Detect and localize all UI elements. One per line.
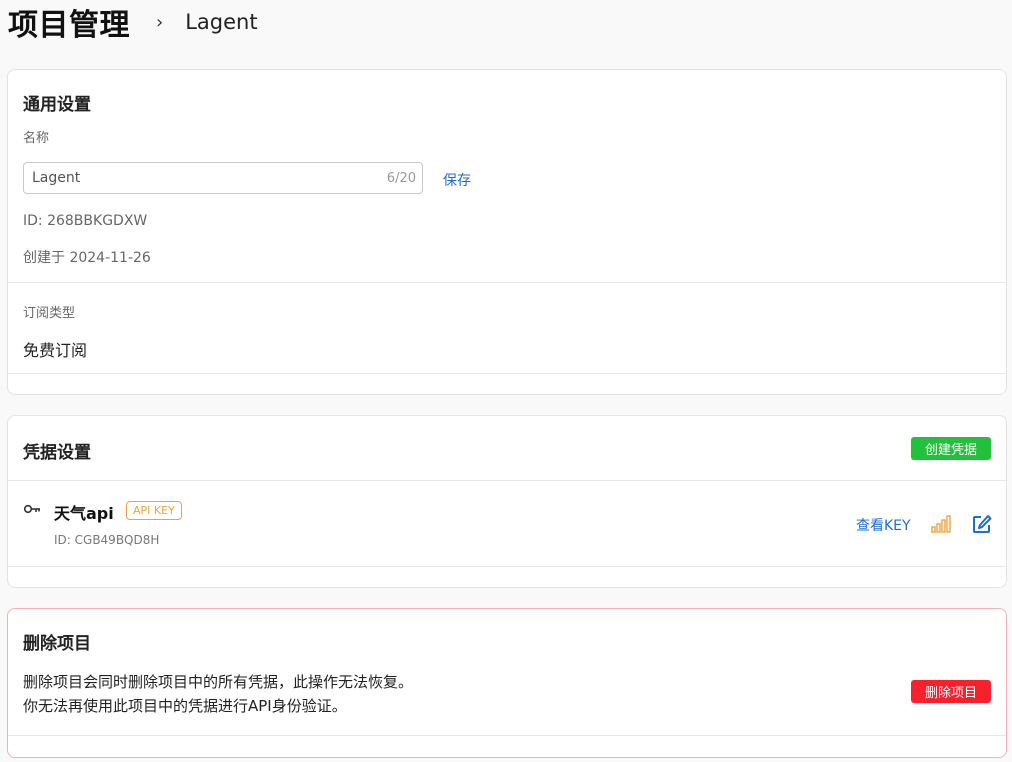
project-id: ID: 268BBKGDXW	[23, 213, 148, 229]
delete-bottom-divider	[8, 735, 1006, 736]
delete-warning-line2: 你无法再使用此项目中的凭据进行API身份验证。	[23, 697, 347, 715]
credentials-divider	[8, 480, 1006, 481]
page-title: 项目管理	[8, 8, 130, 43]
subscription-label: 订阅类型	[23, 306, 76, 321]
credentials-card: 凭据设置 创建凭据 天气api API KEY ID: CGB49BQD8H 查…	[7, 415, 1007, 588]
created-date: 创建于 2024-11-26	[23, 250, 151, 266]
delete-project-button[interactable]: 删除项目	[910, 680, 991, 703]
credential-type-badge: API KEY	[126, 501, 182, 520]
name-char-counter: 6/20	[386, 170, 416, 186]
breadcrumb-chevron-icon: ›	[156, 11, 164, 33]
credential-id: ID: CGB49BQD8H	[54, 533, 160, 547]
credentials-title: 凭据设置	[23, 443, 91, 463]
general-settings-card: 通用设置 名称 6/20 保存 ID: 268BBKGDXW 创建于 2024-…	[7, 69, 1007, 395]
delete-warning-line1: 删除项目会同时删除项目中的所有凭据，此操作无法恢复。	[23, 673, 414, 691]
key-icon	[23, 504, 40, 514]
credentials-bottom-divider	[8, 566, 1006, 567]
delete-project-title: 删除项目	[23, 634, 91, 654]
create-credential-button[interactable]: 创建凭据	[910, 437, 991, 460]
delete-project-card: 删除项目 删除项目会同时删除项目中的所有凭据，此操作无法恢复。 你无法再使用此项…	[7, 608, 1007, 758]
name-field[interactable]: 6/20	[23, 162, 423, 194]
breadcrumb-project[interactable]: Lagent	[185, 10, 257, 34]
name-label: 名称	[23, 131, 50, 146]
edit-icon[interactable]	[972, 514, 992, 534]
name-input[interactable]	[32, 170, 387, 186]
general-bottom-divider	[8, 373, 1006, 374]
bar-chart-icon[interactable]	[931, 515, 951, 533]
general-settings-title: 通用设置	[23, 95, 91, 115]
page-header: 项目管理 › Lagent	[8, 0, 258, 44]
save-name-button[interactable]: 保存	[443, 170, 471, 190]
credential-name: 天气api	[54, 504, 114, 523]
general-divider	[8, 282, 1006, 283]
subscription-value: 免费订阅	[23, 341, 88, 360]
view-key-link[interactable]: 查看KEY	[856, 515, 911, 535]
